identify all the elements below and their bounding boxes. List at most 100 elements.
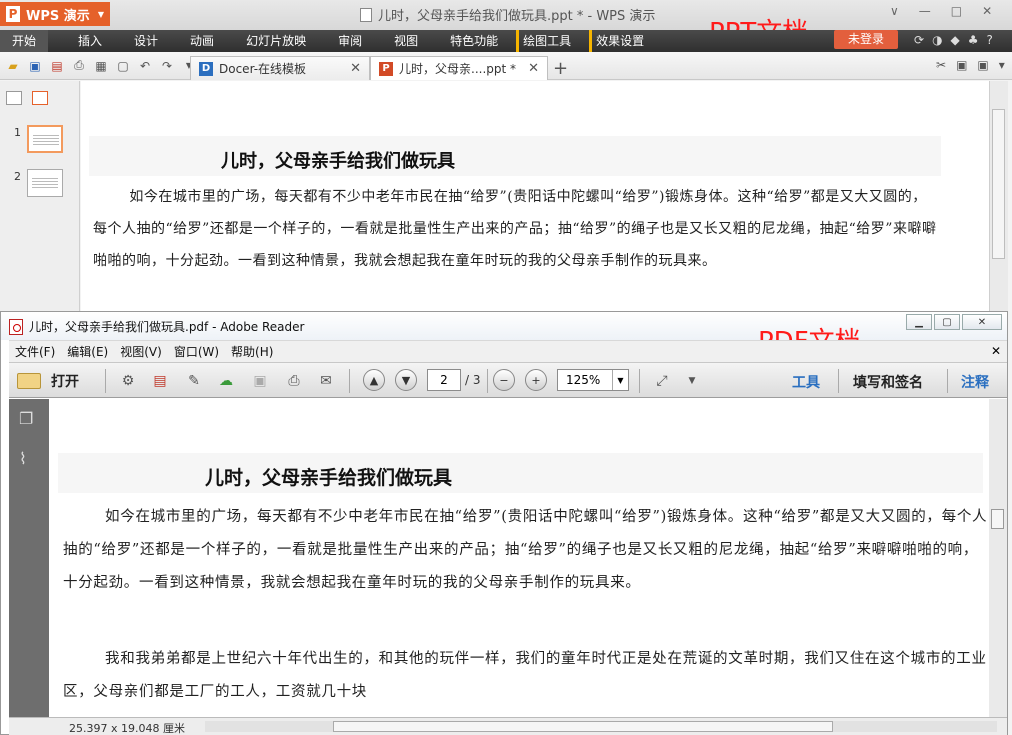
sync-icon[interactable]: ⟳ <box>914 33 924 47</box>
undo-icon[interactable]: ↶ <box>136 58 154 74</box>
pages-icon[interactable]: ❐ <box>19 409 37 429</box>
wps-app-menu-button[interactable]: P WPS 演示 ▼ <box>0 2 110 26</box>
fill-sign-button[interactable]: 填写和签名 <box>853 372 923 392</box>
pdf-title-band <box>58 453 983 493</box>
fit-page-icon[interactable]: ⤢ <box>651 371 673 391</box>
reader-statusbar: 25.397 x 19.048 厘米 <box>9 717 1007 735</box>
page-dimensions: 25.397 x 19.048 厘米 <box>69 722 185 735</box>
folder-icon <box>17 373 41 389</box>
slide-canvas[interactable]: 儿时，父母亲手给我们做玩具 如今在城市里的广场，每天都有不少中老年市民在抽“给罗… <box>81 81 989 321</box>
ribbon-tab-effects[interactable]: 效果设置 <box>589 30 656 52</box>
open-folder-icon[interactable]: ▰ <box>4 58 22 74</box>
close-tab-icon[interactable]: ✕ <box>528 61 539 76</box>
tools-button[interactable]: 工具 <box>792 372 820 392</box>
ribbon-tab-insert[interactable]: 插入 <box>66 30 114 52</box>
wps-window-title: 儿时，父母亲手给我们做玩具.ppt * - WPS 演示 <box>360 5 655 24</box>
ribbon-tab-drawing-tools[interactable]: 绘图工具 <box>516 30 583 52</box>
ribbon-tab-view[interactable]: 视图 <box>382 30 430 52</box>
menu-file[interactable]: 文件(F) <box>9 343 61 360</box>
skin-icon[interactable]: ◆ <box>951 33 960 47</box>
zoom-select[interactable]: 125% ▼ <box>557 369 629 391</box>
chevron-down-icon: ▼ <box>97 9 104 19</box>
tab-docer[interactable]: D Docer-在线模板 ✕ <box>190 56 370 80</box>
slide-title-band <box>89 136 941 176</box>
pdf-page-view[interactable]: 儿时，父母亲手给我们做玩具 如今在城市里的广场，每天都有不少中老年市民在抽“给罗… <box>50 399 988 717</box>
share-icon[interactable]: ◑ <box>932 33 942 47</box>
menu-window[interactable]: 窗口(W) <box>168 343 225 360</box>
reader-vertical-scrollbar[interactable] <box>989 399 1007 717</box>
print-preview-icon[interactable]: ▦ <box>92 58 110 74</box>
menu-edit[interactable]: 编辑(E) <box>61 343 114 360</box>
slide-thumbnail-1[interactable] <box>27 125 63 153</box>
create-pdf-icon[interactable]: ⚙ <box>117 371 139 391</box>
slide-number: 1 <box>14 126 21 139</box>
scrollbar-thumb[interactable] <box>333 721 833 732</box>
export-pdf-icon[interactable]: ▤ <box>149 371 171 391</box>
ribbon-tab-animation[interactable]: 动画 <box>178 30 226 52</box>
horizontal-scrollbar[interactable] <box>205 721 997 732</box>
page-number-input[interactable]: 2 <box>427 369 461 391</box>
login-button[interactable]: 未登录 <box>834 30 898 49</box>
doc-menu-icon[interactable]: ▾ <box>999 58 1005 72</box>
doc-close-icon[interactable]: ▣ <box>977 58 988 72</box>
ribbon-tab-design[interactable]: 设计 <box>122 30 170 52</box>
zoom-in-icon[interactable]: + <box>525 369 547 391</box>
toolbar-options-icon[interactable]: ▼ <box>681 371 703 391</box>
save-icon[interactable]: ▣ <box>26 58 44 74</box>
pin-icon[interactable]: ✂ <box>936 58 946 72</box>
ribbon-tab-home[interactable]: 开始 <box>0 30 49 52</box>
open-button[interactable]: 打开 <box>17 371 79 391</box>
new-tab-icon[interactable]: + <box>553 58 568 79</box>
close-icon[interactable]: ✕ <box>982 4 992 18</box>
minimize-icon[interactable]: ▁ <box>906 314 932 330</box>
wps-menu-right-icons: ⟳ ◑ ◆ ♣ ? <box>914 33 993 47</box>
next-page-icon[interactable]: ▼ <box>395 369 417 391</box>
maximize-icon[interactable]: □ <box>951 4 962 18</box>
export-pdf-icon[interactable]: ▤ <box>48 58 66 74</box>
ribbon-tab-special[interactable]: 特色功能 <box>438 30 510 52</box>
maximize-icon[interactable]: ▢ <box>934 314 960 330</box>
tab-ppt-label: 儿时，父母亲....ppt * <box>399 62 517 76</box>
redo-icon[interactable]: ↷ <box>158 58 176 74</box>
toolbar-right-icons: ✂ ▣ ▣ ▾ <box>936 58 1005 72</box>
tab-docer-label: Docer-在线模板 <box>219 62 307 76</box>
navigation-panel: ❐ ⌇ <box>9 399 49 719</box>
slide-thumbnail-2[interactable] <box>27 169 63 197</box>
edit-icon[interactable]: ✎ <box>183 371 205 391</box>
scrollbar-thumb[interactable] <box>991 509 1004 529</box>
previous-page-icon[interactable]: ▲ <box>363 369 385 391</box>
wps-vertical-scrollbar[interactable] <box>989 81 1008 321</box>
zoom-out-icon[interactable]: − <box>493 369 515 391</box>
print-icon[interactable]: ⎙ <box>70 58 88 74</box>
restore-doc-icon[interactable]: ▣ <box>956 58 967 72</box>
minimize-icon[interactable]: — <box>919 4 931 18</box>
tab-ppt-document[interactable]: P 儿时，父母亲....ppt * ✕ <box>370 56 548 80</box>
document-icon <box>360 7 372 22</box>
upload-cloud-icon[interactable]: ☁ <box>215 371 237 391</box>
reader-menubar: 文件(F) 编辑(E) 视图(V) 窗口(W) 帮助(H) ✕ <box>9 340 1007 362</box>
email-icon[interactable]: ✉ <box>315 371 337 391</box>
outline-view-icon[interactable] <box>6 91 22 105</box>
help-icon[interactable]: ? <box>987 33 993 47</box>
comment-button[interactable]: 注释 <box>961 372 989 392</box>
slide-title[interactable]: 儿时，父母亲手给我们做玩具 <box>221 147 455 173</box>
slide-paragraph[interactable]: 如今在城市里的广场，每天都有不少中老年市民在抽“给罗”(贵阳话中陀螺叫“给罗”)… <box>93 181 938 277</box>
menu-help[interactable]: 帮助(H) <box>225 343 279 360</box>
preview-icon[interactable]: ▢ <box>114 58 132 74</box>
save-icon[interactable]: ▣ <box>249 371 271 391</box>
page-total: / 3 <box>465 373 481 387</box>
chevron-down-icon: ▼ <box>612 370 628 390</box>
slides-view-icon[interactable] <box>32 91 48 105</box>
attachment-icon[interactable]: ⌇ <box>19 449 37 469</box>
collapse-icon[interactable]: ∨ <box>890 4 899 18</box>
scrollbar-thumb[interactable] <box>992 109 1005 259</box>
menu-view[interactable]: 视图(V) <box>114 343 168 360</box>
close-icon[interactable]: ✕ <box>962 314 1002 330</box>
ribbon-tab-slideshow[interactable]: 幻灯片放映 <box>234 30 318 52</box>
print-icon[interactable]: ⎙ <box>283 371 305 391</box>
close-document-icon[interactable]: ✕ <box>991 344 1001 358</box>
ribbon-tab-review[interactable]: 审阅 <box>326 30 374 52</box>
pdf-title: 儿时，父母亲手给我们做玩具 <box>205 467 453 489</box>
shirt-icon[interactable]: ♣ <box>968 33 979 47</box>
close-tab-icon[interactable]: ✕ <box>350 61 361 76</box>
